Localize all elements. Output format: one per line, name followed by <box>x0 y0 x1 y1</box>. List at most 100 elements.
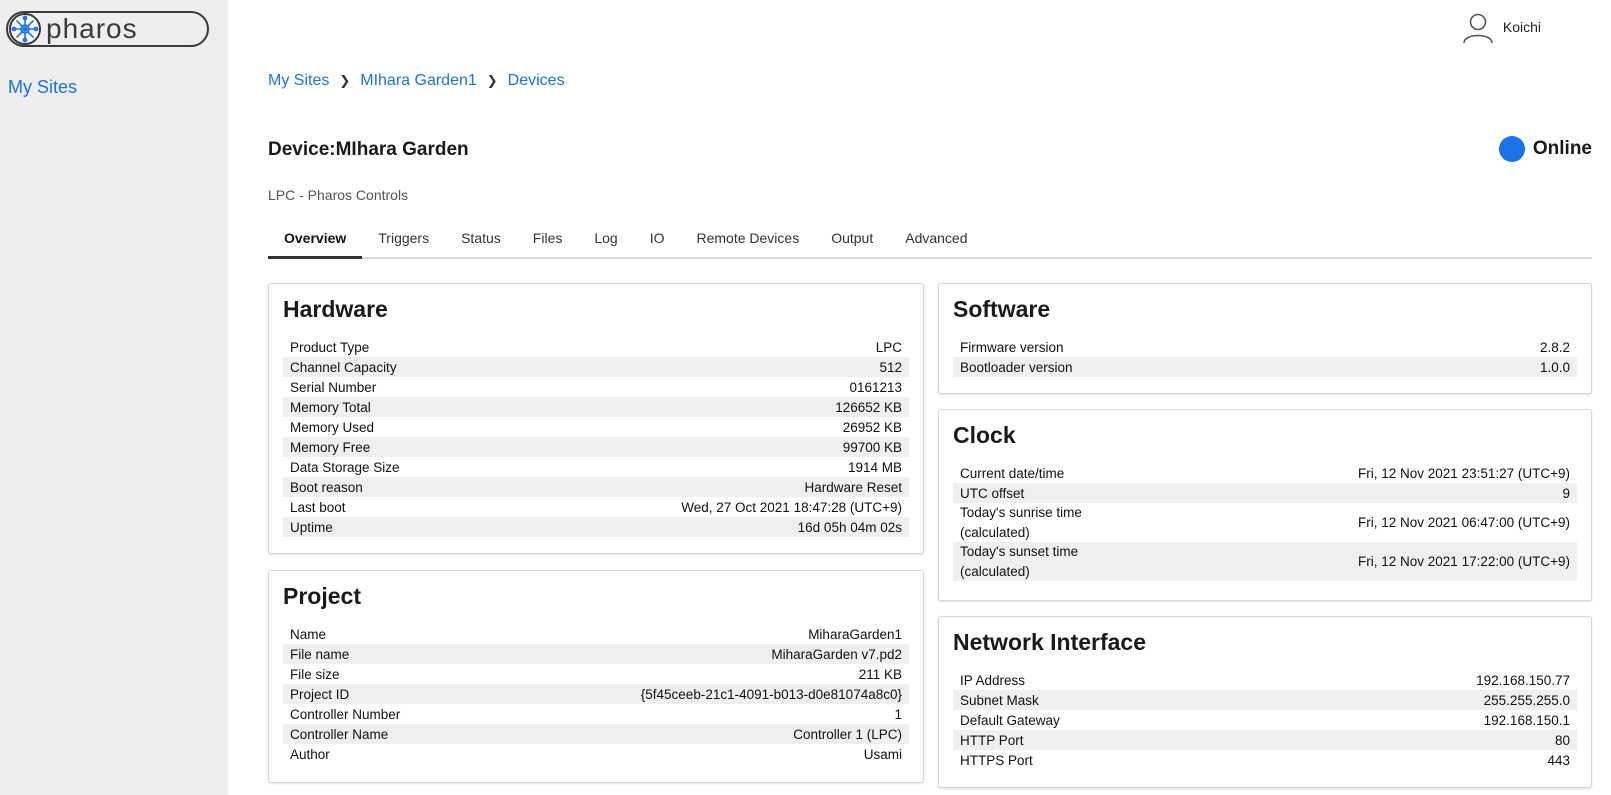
hardware-panel: Hardware Product Type LPC Channel Capacit… <box>268 283 924 554</box>
row-value: 192.168.150.77 <box>1476 672 1570 688</box>
row-key: IP Address <box>960 672 1026 688</box>
table-row: Memory Free 99700 KB <box>283 437 909 457</box>
row-value: 1.0.0 <box>1415 357 1577 377</box>
row-key: File name <box>283 644 478 664</box>
breadcrumb-my-sites[interactable]: My Sites <box>268 72 329 90</box>
row-key: Channel Capacity <box>283 357 499 377</box>
device-subtitle: LPC - Pharos Controls <box>268 187 409 203</box>
row-key: Today's sunrise time (calculated) <box>953 503 1187 542</box>
tab-triggers[interactable]: Triggers <box>362 221 445 259</box>
row-value: 443 <box>1547 752 1570 768</box>
row-value: {5f45ceeb-21c1-4091-b013-d0e81074a8c0} <box>477 684 909 704</box>
row-key: Memory Used <box>290 419 375 435</box>
table-row: Author Usami <box>283 744 909 764</box>
row-key: Project ID <box>283 684 478 704</box>
row-value: Fri, 12 Nov 2021 17:22:00 (UTC+9) <box>1187 542 1577 582</box>
network-table: IP Address 192.168.150.77 Subnet Mask 255.… <box>953 670 1577 770</box>
sidebar-item-my-sites[interactable]: My Sites <box>8 77 77 98</box>
pharos-logo[interactable]: pharos <box>6 9 210 49</box>
device-label: Device: <box>268 139 336 160</box>
table-row: Memory Used 26952 KB <box>283 417 909 437</box>
status-indicator: Online <box>1498 136 1592 162</box>
row-value: 192.168.150.1 <box>1483 712 1570 728</box>
row-key-line2: (calculated) <box>960 563 1030 579</box>
project-table: Name MiharaGarden1 File name MiharaGarden … <box>283 624 909 764</box>
chevron-right-icon: ❯ <box>339 73 351 88</box>
table-row: Current date/time Fri, 12 Nov 2021 23:51:… <box>953 463 1577 483</box>
hardware-title: Hardware <box>283 296 388 322</box>
table-row: Name MiharaGarden1 <box>283 624 909 644</box>
tab-files[interactable]: Files <box>517 221 579 259</box>
tab-remote-devices[interactable]: Remote Devices <box>681 221 816 259</box>
row-key: Bootloader version <box>953 357 1416 377</box>
clock-panel: Clock Current date/time Fri, 12 Nov 2021 … <box>938 409 1592 601</box>
row-value: 255.255.255.0 <box>1273 690 1577 710</box>
row-key: Firmware version <box>960 339 1064 355</box>
row-value: 99700 KB <box>498 437 909 457</box>
table-row: IP Address 192.168.150.77 <box>953 670 1577 690</box>
row-value: Usami <box>863 746 902 762</box>
table-row: Memory Total 126652 KB <box>283 397 909 417</box>
clock-title: Clock <box>953 422 1016 448</box>
user-name: Koichi <box>1502 19 1541 35</box>
table-row: Channel Capacity 512 <box>283 357 909 377</box>
breadcrumb: My Sites ❯ MIhara Garden1 ❯ Devices <box>268 72 565 90</box>
row-value: 0161213 <box>849 379 902 395</box>
hardware-table: Product Type LPC Channel Capacity 512 Seri… <box>283 337 909 537</box>
row-key: Subnet Mask <box>953 690 1274 710</box>
tab-output[interactable]: Output <box>815 221 889 259</box>
row-key: Controller Number <box>290 706 401 722</box>
user-avatar-icon <box>1463 13 1493 44</box>
table-row: Firmware version 2.8.2 <box>953 337 1577 357</box>
row-key: Author <box>290 746 330 762</box>
row-key: UTC offset <box>953 483 1188 503</box>
row-value: Fri, 12 Nov 2021 06:47:00 (UTC+9) <box>1358 515 1570 531</box>
row-value: MiharaGarden1 <box>808 626 902 642</box>
sidebar: pharos My Sites <box>0 0 228 795</box>
row-key: Data Storage Size <box>290 459 400 475</box>
tab-io[interactable]: IO <box>634 221 681 259</box>
row-value: 512 <box>498 357 909 377</box>
table-row: Project ID {5f45ceeb-21c1-4091-b013-d0e81… <box>283 684 909 704</box>
user-menu[interactable]: Koichi <box>1461 10 1541 44</box>
row-key-line1: Today's sunset time <box>960 544 1079 560</box>
network-panel: Network Interface IP Address 192.168.150.… <box>938 616 1592 788</box>
table-row: Controller Name Controller 1 (LPC) <box>283 724 909 744</box>
project-title: Project <box>283 583 361 609</box>
breadcrumb-devices[interactable]: Devices <box>508 72 565 90</box>
row-value: MiharaGarden v7.pd2 <box>477 644 909 664</box>
row-key: Uptime <box>283 517 499 537</box>
tab-overview[interactable]: Overview <box>268 221 363 259</box>
row-value: 211 KB <box>858 666 902 682</box>
table-row: Today's sunrise time (calculated) Fri, 12 … <box>953 503 1577 542</box>
tab-advanced[interactable]: Advanced <box>889 221 983 259</box>
table-row: File size 211 KB <box>283 664 909 684</box>
status-dot-icon <box>1498 136 1525 162</box>
row-key: Last boot <box>290 499 346 515</box>
row-key: HTTPS Port <box>960 752 1033 768</box>
table-row: HTTP Port 80 <box>953 730 1577 750</box>
table-row: Default Gateway 192.168.150.1 <box>953 710 1577 730</box>
table-row: Product Type LPC <box>283 337 909 357</box>
row-key: File size <box>290 666 340 682</box>
row-key: Product Type <box>290 339 370 355</box>
row-value: Controller 1 (LPC) <box>477 724 909 744</box>
table-row: Last boot Wed, 27 Oct 2021 18:47:28 (UTC+… <box>283 497 909 517</box>
table-row: File name MiharaGarden v7.pd2 <box>283 644 909 664</box>
device-name: MIhara Garden <box>335 139 469 160</box>
table-row: Controller Number 1 <box>283 704 909 724</box>
status-badge: Online <box>1532 138 1592 159</box>
row-key: Today's sunset time (calculated) <box>953 542 1188 582</box>
breadcrumb-site[interactable]: MIhara Garden1 <box>360 72 477 90</box>
row-value: 2.8.2 <box>1539 339 1570 355</box>
clock-table: Current date/time Fri, 12 Nov 2021 23:51:… <box>953 463 1577 582</box>
row-value: Hardware Reset <box>498 477 909 497</box>
table-row: UTC offset 9 <box>953 483 1577 503</box>
tab-log[interactable]: Log <box>578 221 633 259</box>
project-panel: Project Name MiharaGarden1 File name Mihar… <box>268 570 924 783</box>
row-key: Default Gateway <box>960 712 1060 728</box>
row-value: 26952 KB <box>842 419 902 435</box>
chevron-right-icon: ❯ <box>486 73 498 88</box>
tab-status[interactable]: Status <box>445 221 517 259</box>
row-key: Memory Free <box>283 437 499 457</box>
